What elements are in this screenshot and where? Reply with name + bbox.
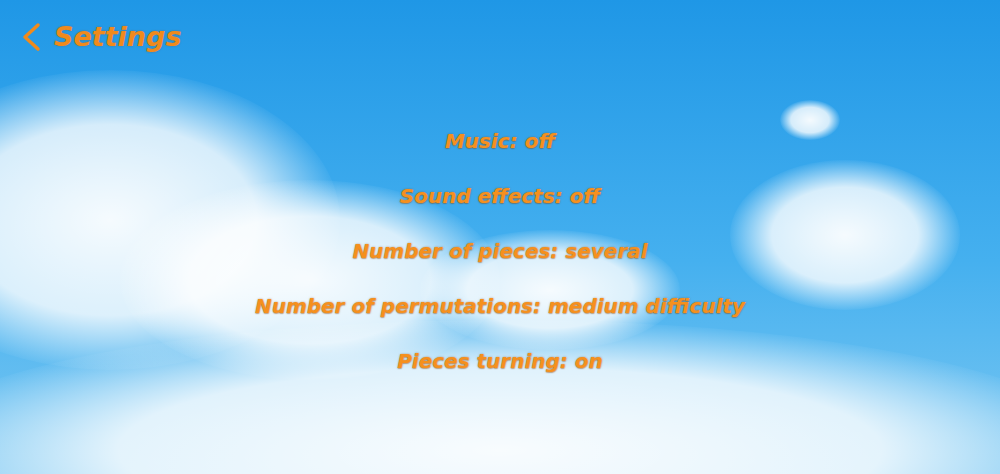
cloud: [780, 100, 840, 140]
setting-option[interactable]: Music: off: [445, 129, 555, 154]
setting-option[interactable]: Sound effects: off: [400, 184, 600, 209]
sky-background: [0, 0, 1000, 474]
setting-option[interactable]: Number of permutations: medium difficult…: [255, 294, 745, 319]
settings-list: Music: off Sound effects: off Number of pi…: [0, 129, 1000, 394]
setting-option[interactable]: Number of pieces: several: [352, 239, 647, 264]
back-chevron-icon[interactable]: [20, 22, 42, 52]
setting-option[interactable]: Pieces turning: on: [397, 349, 603, 374]
header: Settings: [0, 0, 1000, 54]
settings-screen: Settings Music: off Sound effects: off Numb…: [0, 0, 1000, 474]
cloud: [730, 160, 960, 310]
screen-title: Settings: [54, 20, 181, 54]
